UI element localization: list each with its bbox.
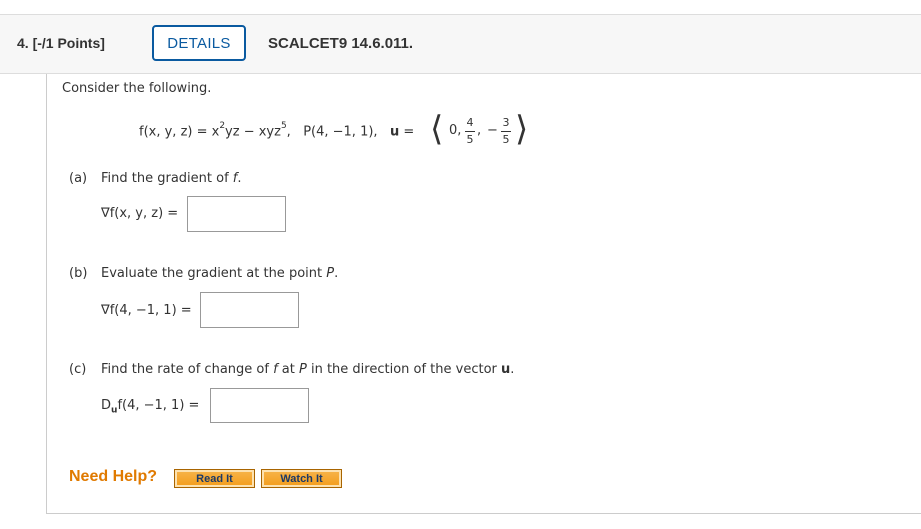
fraction-numerator-4: 4 (466, 116, 474, 129)
left-angle-bracket: ⟨ (430, 109, 444, 149)
exponent-2: 2 (219, 121, 226, 131)
fraction-bar (501, 131, 511, 132)
exponent-5: 5 (280, 121, 287, 131)
problem-code: SCALCET9 14.6.011. (268, 35, 414, 52)
function-lhs: f(x, y, z) = x (139, 124, 220, 140)
fraction-denominator-5: 5 (502, 133, 510, 146)
directional-derivative-answer-input[interactable] (210, 388, 309, 423)
part-c-answer-label: Duf(4, −1, 1) = (101, 398, 200, 416)
vector-comma: , (477, 123, 482, 138)
fraction-denominator-5: 5 (466, 133, 474, 146)
part-b-label: (b) (69, 266, 88, 281)
read-it-button[interactable]: Read It (174, 469, 255, 488)
gradient-at-point-answer-input[interactable] (200, 292, 299, 328)
vector-name: u (389, 124, 400, 140)
point-definition: , P(4, −1, 1), (286, 124, 390, 140)
part-c-prompt: Find the rate of change of f at P in the… (101, 362, 515, 377)
part-b-prompt: Evaluate the gradient at the point P. (101, 266, 339, 281)
question-card (46, 74, 921, 514)
fraction-numerator-3: 3 (502, 116, 510, 129)
question-number: 4. [-/1 Points] (17, 35, 105, 51)
need-help-label: Need Help? (69, 468, 158, 485)
details-button[interactable]: DETAILS (152, 25, 246, 61)
question-header: 4. [-/1 Points] DETAILS SCALCET9 14.6.01… (0, 14, 921, 74)
part-c-label: (c) (69, 362, 87, 377)
vector-first-component: 0, (449, 123, 462, 138)
vector-eq: = (399, 124, 419, 140)
right-angle-bracket: ⟩ (515, 109, 529, 149)
vector-minus: − (487, 123, 498, 138)
gradient-answer-input[interactable] (187, 196, 286, 232)
part-a-answer-label: ∇f(x, y, z) = (101, 206, 179, 221)
function-mid: yz − xyz (225, 124, 281, 140)
fraction-bar (465, 131, 475, 132)
part-b-answer-label: ∇f(4, −1, 1) = (101, 303, 192, 318)
intro-text: Consider the following. (62, 81, 212, 96)
part-a-prompt: Find the gradient of f. (101, 171, 242, 186)
part-a-label: (a) (69, 171, 88, 186)
watch-it-button[interactable]: Watch It (261, 469, 342, 488)
